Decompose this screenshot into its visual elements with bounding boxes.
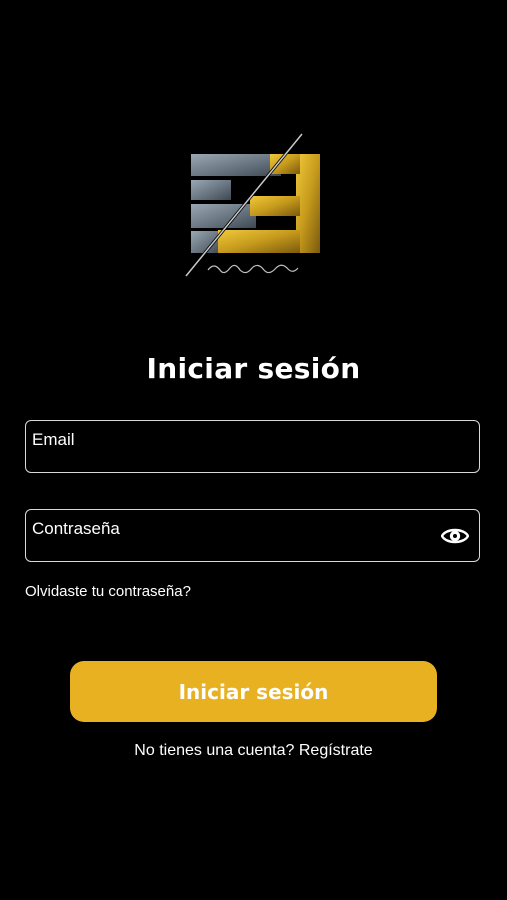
eye-icon[interactable] [440,524,470,548]
register-link[interactable]: Regístrate [299,742,373,759]
password-input[interactable] [26,510,479,561]
email-input[interactable] [26,421,479,472]
brand-logo-graphic [184,133,320,277]
register-prompt: No tienes una cuenta? Regístrate [0,742,507,760]
register-prompt-text: No tienes una cuenta? [134,742,295,759]
forgot-password-link[interactable]: Olvidaste tu contraseña? [25,583,191,600]
page-title: Iniciar sesión [146,352,361,385]
brand-logo [178,130,328,280]
password-field[interactable] [25,509,480,562]
email-field[interactable] [25,420,480,473]
login-button[interactable]: Iniciar sesión [70,661,437,722]
